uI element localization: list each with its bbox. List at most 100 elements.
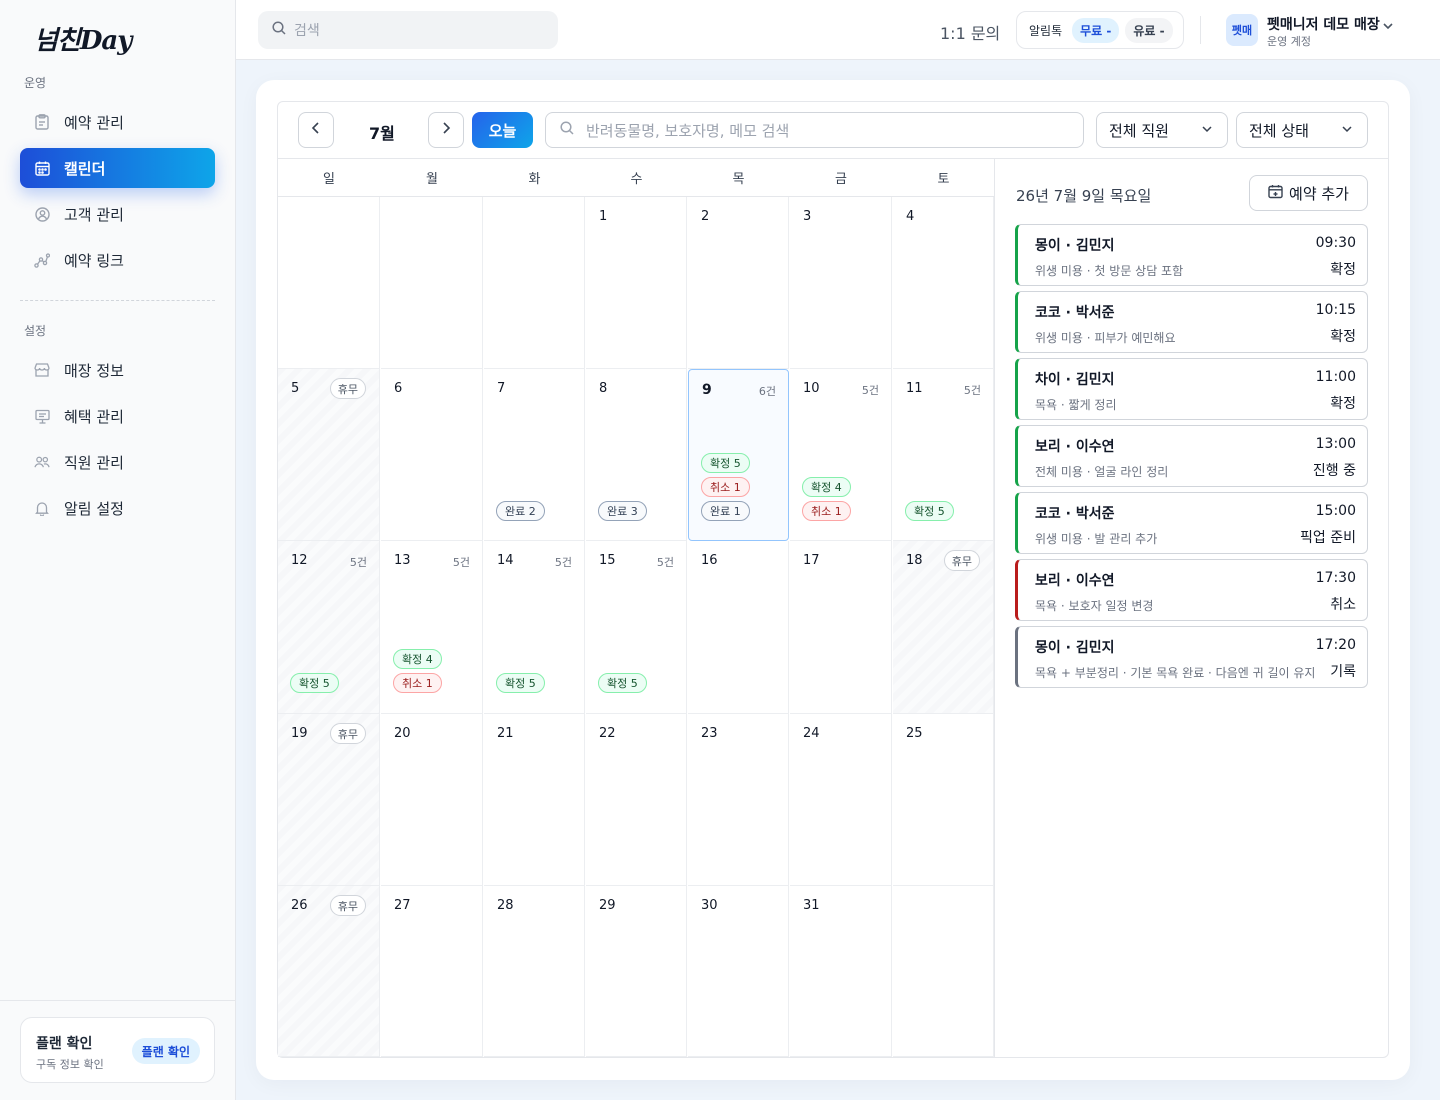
sidebar-item-customers[interactable]: 고객 관리 [20, 194, 215, 234]
staff-filter-select[interactable]: 전체 직원 [1096, 112, 1228, 148]
appointment-card[interactable]: 보리 · 이수연 전체 미용 · 얼굴 라인 정리 13:00 진행 중 [1015, 425, 1368, 487]
calendar-day-28[interactable]: 28 [484, 886, 585, 1057]
calendar-day-8[interactable]: 8 완료 3 [586, 369, 687, 541]
store-name[interactable]: 펫매니저 데모 매장 [1267, 14, 1380, 34]
calendar-day-4[interactable]: 4 [893, 197, 994, 369]
next-month-button[interactable] [428, 112, 464, 148]
global-search-input[interactable]: 검색 [258, 11, 558, 49]
search-icon [560, 121, 574, 139]
sidebar-item-benefits[interactable]: 혜택 관리 [20, 396, 215, 436]
calendar-day-2[interactable]: 2 [688, 197, 789, 369]
status-pill-done[interactable]: 완료 3 [598, 501, 647, 521]
calendar-day-18[interactable]: 18 휴무 [893, 541, 994, 714]
sidebar-item-store-info[interactable]: 매장 정보 [20, 350, 215, 390]
calendar-day-27[interactable]: 27 [381, 886, 483, 1057]
calendar-day-empty [893, 886, 994, 1057]
calendar-day-23[interactable]: 23 [688, 714, 789, 886]
alimtalk-paid-chip[interactable]: 유료 - [1125, 17, 1173, 43]
chevron-left-icon [311, 122, 321, 138]
calendar-day-30[interactable]: 30 [688, 886, 789, 1057]
status-pill-ok[interactable]: 확정 5 [496, 673, 545, 693]
calendar-day-15[interactable]: 15 5건 확정 5 [586, 541, 687, 714]
sidebar-item-label: 예약 링크 [64, 251, 124, 270]
calendar-day-20[interactable]: 20 [381, 714, 483, 886]
sidebar-item-staff[interactable]: 직원 관리 [20, 442, 215, 482]
add-reservation-label: 예약 추가 [1289, 184, 1349, 203]
appointment-card[interactable]: 코코 · 박서준 위생 미용 · 피부가 예민해요 10:15 확정 [1015, 291, 1368, 353]
calendar-day-9[interactable]: 9 6건 확정 5 취소 1 완료 1 [688, 369, 789, 541]
sidebar-item-notifications[interactable]: 알림 설정 [20, 488, 215, 528]
calendar-day-12[interactable]: 12 5건 확정 5 [278, 541, 380, 714]
status-pill-ok[interactable]: 확정 4 [393, 649, 442, 669]
today-button[interactable]: 오늘 [472, 112, 533, 148]
status-pill-cancel[interactable]: 취소 1 [802, 501, 851, 521]
status-pill-ok[interactable]: 확정 5 [598, 673, 647, 693]
calendar-day-13[interactable]: 13 5건 확정 4 취소 1 [381, 541, 483, 714]
chevron-down-icon[interactable] [1382, 20, 1394, 36]
day-number: 19 [291, 726, 308, 741]
status-pill-ok[interactable]: 확정 4 [802, 477, 851, 497]
calendar-day-19[interactable]: 19 휴무 [278, 714, 380, 886]
calendar-day-29[interactable]: 29 [586, 886, 687, 1057]
calendar-day-25[interactable]: 25 [893, 714, 994, 886]
calendar-day-3[interactable]: 3 [790, 197, 892, 369]
calendar-day-22[interactable]: 22 [586, 714, 687, 886]
day-number: 1 [599, 209, 608, 224]
appointment-description: 목욕 · 짧게 정리 [1035, 398, 1117, 412]
appointment-card[interactable]: 차이 · 김민지 목욕 · 짧게 정리 11:00 확정 [1015, 358, 1368, 420]
status-pill-cancel[interactable]: 취소 1 [701, 477, 750, 497]
calendar-day-11[interactable]: 11 5건 확정 5 [893, 369, 994, 541]
status-pill-ok[interactable]: 확정 5 [701, 453, 750, 473]
status-pill-done[interactable]: 완료 2 [496, 501, 545, 521]
reservation-count: 5건 [861, 384, 879, 397]
plan-card: 플랜 확인 구독 정보 확인 플랜 확인 [20, 1017, 215, 1083]
appointment-time: 11:00 [1315, 369, 1356, 385]
calendar-day-21[interactable]: 21 [484, 714, 585, 886]
calendar-day-7[interactable]: 7 완료 2 [484, 369, 585, 541]
calendar-day-5[interactable]: 5 휴무 [278, 369, 380, 541]
day-number: 18 [906, 553, 923, 568]
calendar-day-1[interactable]: 1 [586, 197, 687, 369]
status-pill-done[interactable]: 완료 1 [701, 501, 750, 521]
calendar-search-input[interactable]: 반려동물명, 보호자명, 메모 검색 [545, 112, 1084, 148]
appointment-status: 기록 [1330, 664, 1356, 680]
add-reservation-button[interactable]: 예약 추가 [1249, 175, 1368, 211]
calendar-day-16[interactable]: 16 [688, 541, 789, 714]
calendar-day-14[interactable]: 14 5건 확정 5 [484, 541, 585, 714]
status-pill-ok[interactable]: 확정 5 [905, 501, 954, 521]
appointment-status: 확정 [1330, 329, 1356, 345]
calendar-day-17[interactable]: 17 [790, 541, 892, 714]
sidebar-item-calendar[interactable]: 캘린더 [20, 148, 215, 188]
calendar-day-24[interactable]: 24 [790, 714, 892, 886]
calendar-day-26[interactable]: 26 휴무 [278, 886, 380, 1057]
plan-check-button[interactable]: 플랜 확인 [131, 1038, 200, 1064]
status-pill-cancel[interactable]: 취소 1 [393, 673, 442, 693]
calendar-day-10[interactable]: 10 5건 확정 4 취소 1 [790, 369, 892, 541]
appointment-name: 코코 · 박서준 [1035, 305, 1115, 321]
app-logo[interactable]: 넘친Day [34, 20, 132, 57]
prev-month-button[interactable] [298, 112, 334, 148]
status-filter-select[interactable]: 전체 상태 [1236, 112, 1368, 148]
appointment-status: 취소 [1330, 597, 1356, 613]
inquiry-link[interactable]: 1:1 문의 [940, 20, 1000, 44]
topbar: 검색 1:1 문의 알림톡 무료 - 유료 - 펫매 펫매니저 데모 매장 운영… [236, 0, 1440, 60]
day-number: 20 [394, 726, 411, 741]
holiday-badge: 휴무 [329, 378, 366, 399]
appointment-card[interactable]: 몽이 · 김민지 위생 미용 · 첫 방문 상담 포함 09:30 확정 [1015, 224, 1368, 286]
status-pill-ok[interactable]: 확정 5 [290, 673, 339, 693]
calendar-day-empty [484, 197, 585, 369]
appointment-card[interactable]: 몽이 · 김민지 목욕 + 부분정리 · 기본 목욕 완료 · 다음엔 귀 길이 … [1015, 626, 1368, 688]
day-number: 21 [497, 726, 514, 741]
calendar-day-31[interactable]: 31 [790, 886, 892, 1057]
calendar-plus-icon [1268, 184, 1283, 203]
calendar-day-6[interactable]: 6 [381, 369, 483, 541]
day-number: 9 [702, 382, 712, 398]
alimtalk-free-chip[interactable]: 무료 - [1072, 17, 1120, 43]
appointment-card[interactable]: 보리 · 이수연 목욕 · 보호자 일정 변경 17:30 취소 [1015, 559, 1368, 621]
sidebar-item-reservations[interactable]: 예약 관리 [20, 102, 215, 142]
calendar-icon [34, 160, 50, 176]
appointment-card[interactable]: 코코 · 박서준 위생 미용 · 발 관리 추가 15:00 픽업 준비 [1015, 492, 1368, 554]
sidebar-item-label: 고객 관리 [64, 205, 124, 224]
avatar[interactable]: 펫매 [1226, 14, 1258, 46]
sidebar-item-booking-link[interactable]: 예약 링크 [20, 240, 215, 280]
